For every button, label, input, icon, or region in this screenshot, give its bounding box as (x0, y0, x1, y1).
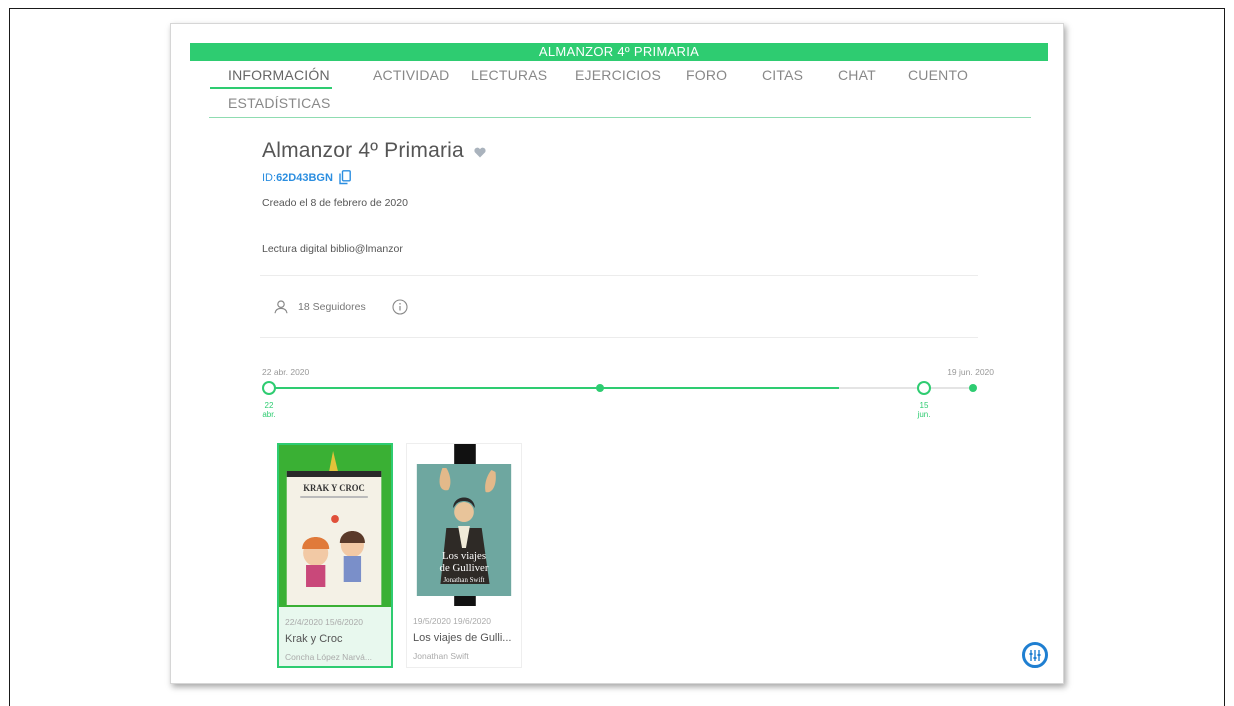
settings-fab-button[interactable] (1022, 642, 1048, 668)
timeline-end-label: 15 jun. (914, 401, 934, 419)
tab-estadisticas[interactable]: ESTADÍSTICAS (228, 95, 331, 111)
divider (260, 337, 978, 338)
book-author: Jonathan Swift (413, 651, 469, 661)
tab-cuento[interactable]: CUENTO (908, 67, 968, 83)
followers-row: 18 Seguidores (274, 299, 408, 315)
timeline-midpoint-dot[interactable] (596, 384, 604, 392)
tabs-divider (209, 117, 1031, 118)
timeline-end-date: 19 jun. 2020 (947, 367, 994, 377)
cover-title-text: KRAK Y CROC (303, 483, 365, 493)
tab-chat[interactable]: CHAT (838, 67, 876, 83)
timeline-end-month: jun. (917, 410, 931, 419)
user-icon (274, 300, 288, 314)
book-author: Concha López Narvá... (285, 652, 372, 662)
group-title-row: Almanzor 4º Primaria (262, 139, 486, 163)
settings-sliders-icon (1029, 650, 1041, 661)
book-card[interactable]: KRAK Y CROC 22/4/2020 15/6/2020 Krak y C… (277, 443, 393, 668)
book-dates: 19/5/2020 19/6/2020 (413, 616, 491, 626)
timeline-start-month: abr. (262, 410, 276, 419)
book-title: Los viajes de Gulli... (413, 632, 512, 644)
group-title: Almanzor 4º Primaria (262, 139, 464, 162)
timeline-start-date: 22 abr. 2020 (262, 367, 310, 377)
group-id-label: ID: (262, 171, 277, 184)
group-description: Lectura digital biblio@lmanzor (262, 243, 403, 255)
timeline-end-day: 15 (919, 401, 929, 410)
timeline-start-day: 22 (264, 401, 274, 410)
timeline-start-marker[interactable] (262, 381, 276, 395)
tab-foro[interactable]: FORO (686, 67, 727, 83)
info-icon[interactable] (392, 299, 408, 315)
group-id-row: ID: 62D43BGN (262, 170, 351, 185)
timeline-final-dot[interactable] (969, 384, 977, 392)
created-date: Creado el 8 de febrero de 2020 (262, 197, 408, 209)
copy-icon[interactable] (339, 170, 351, 185)
book-cover-krak-y-croc: KRAK Y CROC (279, 445, 391, 607)
timeline-end-marker[interactable] (917, 381, 931, 395)
cover-author-text: Jonathan Swift (444, 577, 485, 584)
group-header-bar: ALMANZOR 4º PRIMARIA (190, 43, 1048, 61)
book-cover-los-viajes-de-gulliver: Los viajes de Gulliver Jonathan Swift (407, 444, 521, 606)
tab-informacion[interactable]: INFORMACIÓN (228, 67, 330, 83)
tab-lecturas[interactable]: LECTURAS (471, 67, 547, 83)
book-title: Krak y Croc (285, 633, 343, 645)
active-tab-indicator (210, 87, 332, 89)
group-header-title: ALMANZOR 4º PRIMARIA (538, 44, 700, 59)
group-id-value: 62D43BGN (276, 171, 333, 184)
tab-citas[interactable]: CITAS (762, 67, 803, 83)
tab-actividad[interactable]: ACTIVIDAD (373, 67, 449, 83)
heart-icon[interactable] (474, 147, 486, 158)
timeline-progress-line (271, 387, 839, 389)
divider (260, 275, 978, 276)
book-card[interactable]: Los viajes de Gulliver Jonathan Swift 19… (406, 443, 522, 668)
cover-title-line-2: de Gulliver (440, 562, 489, 574)
tab-ejercicios[interactable]: EJERCICIOS (575, 67, 661, 83)
app-window: ALMANZOR 4º PRIMARIA INFORMACIÓN ACTIVID… (170, 23, 1064, 684)
cover-title-line-1: Los viajes (442, 550, 486, 562)
timeline-start-label: 22 abr. (259, 401, 279, 419)
book-dates: 22/4/2020 15/6/2020 (285, 617, 363, 627)
followers-count[interactable]: 18 Seguidores (298, 301, 366, 313)
timeline-remaining-line (839, 387, 969, 389)
